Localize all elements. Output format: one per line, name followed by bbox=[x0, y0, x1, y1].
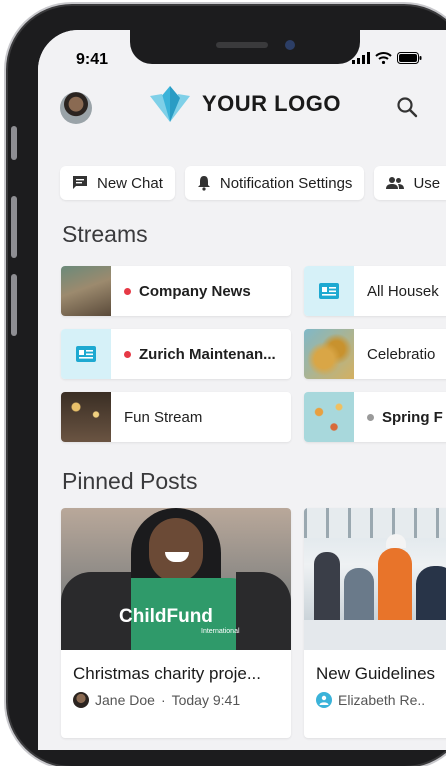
pinned-post-new-guidelines[interactable]: New Guidelines Elizabeth Re.. bbox=[304, 508, 446, 738]
stream-company-news[interactable]: Company News bbox=[61, 266, 291, 316]
stream-thumbnail bbox=[304, 266, 354, 316]
volume-up-button bbox=[11, 196, 17, 258]
app-logo: YOUR LOGO bbox=[148, 84, 341, 124]
post-image bbox=[304, 508, 446, 650]
volume-down-button bbox=[11, 274, 17, 336]
unread-dot bbox=[124, 287, 131, 295]
user-avatar[interactable] bbox=[60, 92, 92, 124]
search-icon bbox=[397, 97, 418, 118]
streams-title: Streams bbox=[62, 221, 148, 247]
users-label: Use bbox=[413, 174, 441, 192]
quick-actions: New Chat Notification Settings Use bbox=[60, 166, 446, 200]
post-image-person-2 bbox=[344, 568, 374, 628]
stream-label: All Housek bbox=[367, 283, 439, 300]
mute-switch bbox=[11, 126, 17, 160]
post-meta: Elizabeth Re.. bbox=[316, 692, 425, 708]
front-camera bbox=[285, 40, 295, 50]
stream-label: Company News bbox=[124, 283, 251, 300]
post-image-person-3 bbox=[378, 548, 412, 628]
stream-label: Spring F bbox=[367, 409, 443, 426]
streams-column-2: All Housek Celebratio Spring F bbox=[304, 266, 446, 442]
streams-column-1: Company News Zurich Maintenan... Fun Str… bbox=[61, 266, 291, 442]
app-header: YOUR LOGO bbox=[38, 80, 446, 142]
stream-thumbnail bbox=[61, 266, 111, 316]
stream-fun-stream[interactable]: Fun Stream bbox=[61, 392, 291, 442]
stream-label: Fun Stream bbox=[124, 409, 202, 426]
notification-settings-button[interactable]: Notification Settings bbox=[184, 166, 365, 200]
stream-all-housekeeping[interactable]: All Housek bbox=[304, 266, 446, 316]
person-icon bbox=[319, 695, 329, 705]
stream-zurich-maintenance[interactable]: Zurich Maintenan... bbox=[61, 329, 291, 379]
post-time: Today 9:41 bbox=[171, 692, 241, 708]
notch bbox=[130, 30, 360, 64]
logo-text: YOUR LOGO bbox=[202, 91, 341, 116]
post-image-brand-text: ChildFund bbox=[119, 606, 213, 627]
speaker bbox=[216, 42, 268, 48]
post-image-jacket-right bbox=[236, 572, 291, 650]
author-avatar bbox=[73, 692, 89, 708]
stream-spring[interactable]: Spring F bbox=[304, 392, 446, 442]
stream-name: Zurich Maintenan... bbox=[139, 345, 276, 363]
chat-icon bbox=[73, 176, 87, 189]
stream-thumbnail bbox=[61, 329, 111, 379]
users-icon bbox=[386, 177, 405, 189]
post-author: Jane Doe bbox=[95, 692, 155, 708]
meta-separator: · bbox=[160, 692, 166, 708]
post-title: Christmas charity proje... bbox=[73, 664, 261, 683]
post-image-person-face bbox=[149, 518, 203, 582]
post-image-table bbox=[304, 620, 446, 650]
bell-icon bbox=[197, 176, 210, 191]
post-image-ceiling bbox=[304, 508, 446, 538]
users-button[interactable]: Use bbox=[374, 166, 446, 200]
stream-name: Fun Stream bbox=[124, 408, 203, 426]
stream-thumbnail bbox=[304, 329, 354, 379]
newspaper-icon bbox=[319, 283, 339, 299]
unread-dot bbox=[124, 350, 131, 358]
new-chat-button[interactable]: New Chat bbox=[60, 166, 175, 200]
pinned-post-christmas-charity[interactable]: ChildFund International Christmas charit… bbox=[61, 508, 291, 738]
stream-celebrations[interactable]: Celebratio bbox=[304, 329, 446, 379]
newspaper-icon bbox=[76, 346, 96, 362]
stream-thumbnail bbox=[304, 392, 354, 442]
post-image-hardhat bbox=[386, 534, 406, 548]
status-dot bbox=[367, 413, 374, 421]
search-button[interactable] bbox=[396, 96, 418, 123]
logo-icon bbox=[150, 86, 190, 122]
stream-name: All Housek bbox=[367, 282, 439, 300]
notification-settings-label: Notification Settings bbox=[219, 174, 353, 192]
stream-name: Spring F bbox=[382, 408, 443, 426]
screen: 9:41 YOUR LOGO New Chat Notification Set… bbox=[38, 30, 446, 750]
post-title: New Guidelines bbox=[316, 664, 436, 683]
stream-name: Celebratio bbox=[367, 345, 436, 363]
new-chat-label: New Chat bbox=[97, 174, 163, 192]
wifi-icon bbox=[375, 52, 392, 64]
stream-label: Celebratio bbox=[367, 346, 435, 363]
status-icons bbox=[352, 52, 422, 64]
pinned-posts-title: Pinned Posts bbox=[62, 468, 198, 494]
phone-frame: 9:41 YOUR LOGO New Chat Notification Set… bbox=[8, 6, 446, 766]
post-image-person-1 bbox=[314, 552, 340, 622]
author-avatar bbox=[316, 692, 332, 708]
stream-name: Company News bbox=[139, 282, 251, 300]
status-time: 9:41 bbox=[76, 51, 109, 68]
post-image-brand-subtext: International bbox=[201, 628, 240, 635]
battery-icon bbox=[397, 52, 422, 64]
post-author: Elizabeth Re.. bbox=[338, 692, 426, 708]
stream-thumbnail bbox=[61, 392, 111, 442]
stream-label: Zurich Maintenan... bbox=[124, 346, 276, 363]
post-image: ChildFund International bbox=[61, 508, 291, 650]
post-image-person-4 bbox=[416, 566, 446, 628]
post-meta: Jane Doe · Today 9:41 bbox=[73, 692, 240, 708]
